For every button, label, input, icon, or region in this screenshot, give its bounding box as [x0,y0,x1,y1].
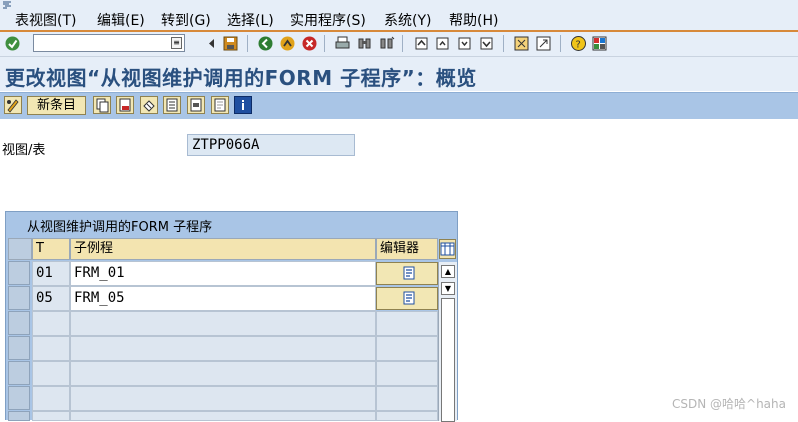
delete-icon[interactable] [116,96,134,114]
row-selector[interactable] [8,336,30,360]
empty-cell [32,311,70,336]
column-header-t[interactable]: T [32,238,70,260]
scroll-up-icon[interactable]: ▲ [441,265,455,278]
empty-cell [32,336,70,361]
row-selector[interactable] [8,311,30,335]
empty-cell [32,386,70,411]
toolbar-separator [503,35,504,52]
enter-icon[interactable] [4,35,21,52]
application-toolbar: 新条目 [0,92,798,119]
next-page-icon[interactable] [456,35,473,52]
display-change-icon[interactable] [4,96,22,114]
editor-button[interactable] [376,262,438,285]
vertical-scrollbar[interactable]: ▲ ▼ [438,262,457,422]
view-table-label: 视图/表 [2,143,46,158]
empty-cell [70,361,376,386]
undo-change-icon[interactable] [140,96,158,114]
menu-system[interactable]: 系统(Y) [384,10,431,30]
watermark: CSDN @哈哈^haha [671,397,786,411]
editor-icon [403,266,415,280]
select-all-icon[interactable] [163,96,181,114]
table-title: 从视图维护调用的FORM 子程序 [27,220,213,235]
toolbar-separator [324,35,325,52]
empty-cell [70,386,376,411]
save-icon[interactable] [222,35,239,52]
help-icon[interactable]: ? [570,35,587,52]
print-icon[interactable] [334,35,351,52]
menu-help[interactable]: 帮助(H) [449,10,498,30]
cell-routine[interactable]: FRM_05 [70,286,376,311]
new-session-icon[interactable] [513,35,530,52]
standard-toolbar: ≡ ? [0,32,798,57]
exit-icon[interactable] [279,35,296,52]
menu-bar: 表视图(T) 编辑(E) 转到(G) 选择(L) 实用程序(S) 系统(Y) 帮… [0,0,798,32]
editor-icon [403,291,415,305]
first-page-icon[interactable] [413,35,430,52]
editor-button[interactable] [376,287,438,310]
empty-cell [376,361,438,386]
column-header-routine[interactable]: 子例程 [70,238,376,260]
select-block-icon[interactable] [187,96,205,114]
system-menu-icon[interactable] [2,1,12,9]
row-selector[interactable] [8,386,30,410]
collapse-left-icon[interactable] [203,35,220,52]
find-icon[interactable] [356,35,373,52]
select-all-rows-button[interactable] [8,238,32,260]
back-icon[interactable] [257,35,274,52]
copy-as-icon[interactable] [93,96,111,114]
row-selector[interactable] [8,286,30,310]
empty-cell [376,386,438,411]
column-header-editor[interactable]: 编辑器 [376,238,438,260]
cell-t[interactable]: 01 [32,261,70,286]
command-field[interactable]: ≡ [33,34,185,52]
empty-cell [376,311,438,336]
empty-cell [70,311,376,336]
info-icon[interactable] [234,96,252,114]
cell-t[interactable]: 05 [32,286,70,311]
menu-edit[interactable]: 编辑(E) [97,10,145,30]
toolbar-separator [247,35,248,52]
menu-table-view[interactable]: 表视图(T) [15,10,76,30]
table-control: 从视图维护调用的FORM 子程序 T 子例程 编辑器 01 FRM_01 05 … [5,211,458,422]
empty-cell [32,361,70,386]
deselect-all-icon[interactable] [211,96,229,114]
toolbar-separator [402,35,403,52]
scroll-thumb[interactable] [441,298,455,422]
new-entries-button[interactable]: 新条目 [27,96,86,115]
last-page-icon[interactable] [478,35,495,52]
cancel-icon[interactable] [301,35,318,52]
find-next-icon[interactable] [378,35,395,52]
menu-utilities[interactable]: 实用程序(S) [290,10,366,30]
shortcut-icon[interactable] [535,35,552,52]
menu-goto[interactable]: 转到(G) [161,10,211,30]
title-bar: 更改视图“从视图维护调用的FORM 子程序”：概览 [0,57,798,91]
cell-routine[interactable]: FRM_01 [70,261,376,286]
toolbar-separator [560,35,561,52]
page-title: 更改视图“从视图维护调用的FORM 子程序”：概览 [5,66,477,90]
layout-menu-icon[interactable] [591,35,608,52]
view-table-field: ZTPP066A [187,134,355,156]
command-history-icon[interactable]: ≡ [171,37,182,49]
empty-cell [376,336,438,361]
table-settings-icon[interactable] [439,239,456,259]
empty-cell [70,336,376,361]
row-selector[interactable] [8,361,30,385]
previous-page-icon[interactable] [434,35,451,52]
menu-select[interactable]: 选择(L) [227,10,274,30]
svg-text:?: ? [576,40,581,51]
row-selector[interactable] [8,261,30,285]
scroll-down-icon[interactable]: ▼ [441,282,455,295]
